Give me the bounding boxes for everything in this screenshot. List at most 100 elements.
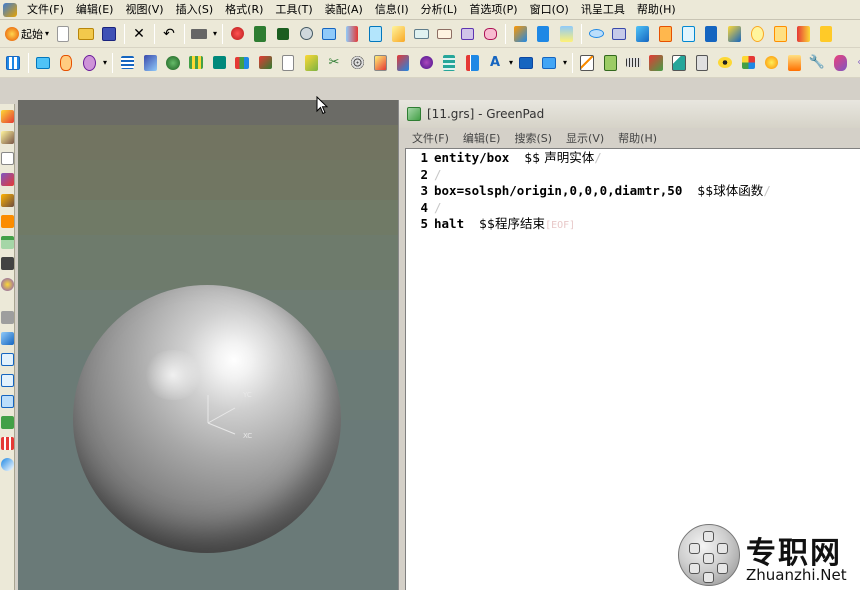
menu-xuncheng-tools[interactable]: 讯呈工具 bbox=[575, 1, 631, 19]
surface-tool-2[interactable] bbox=[608, 23, 630, 45]
table-button[interactable] bbox=[185, 52, 207, 74]
menu-assembly[interactable]: 装配(A) bbox=[319, 1, 369, 19]
greenpad-titlebar[interactable]: [11.grs] - GreenPad bbox=[399, 100, 860, 128]
slot-tool-button[interactable] bbox=[433, 23, 455, 45]
menu-insert[interactable]: 插入(S) bbox=[170, 1, 220, 19]
surface-tool-9[interactable] bbox=[769, 23, 791, 45]
surface-tool-5[interactable] bbox=[677, 23, 699, 45]
layers-button[interactable] bbox=[783, 52, 805, 74]
tool-3-button[interactable] bbox=[438, 52, 460, 74]
gp-menu-view[interactable]: 显示(V) bbox=[559, 130, 611, 146]
menu-window[interactable]: 窗口(O) bbox=[524, 1, 575, 19]
gp-menu-search[interactable]: 搜索(S) bbox=[507, 130, 559, 146]
cut-button[interactable]: ✕ bbox=[128, 23, 150, 45]
globe-button[interactable] bbox=[162, 52, 184, 74]
block-tool-button[interactable] bbox=[226, 23, 248, 45]
font-dropdown-icon[interactable]: ▾ bbox=[507, 58, 515, 67]
groove-tool-button[interactable] bbox=[479, 23, 501, 45]
new-file-button[interactable] bbox=[52, 23, 74, 45]
surface-tool-3[interactable] bbox=[631, 23, 653, 45]
font-button[interactable]: A bbox=[484, 52, 506, 74]
menu-tools[interactable]: 工具(T) bbox=[269, 1, 318, 19]
blocks-button[interactable] bbox=[231, 52, 253, 74]
gp-menu-file[interactable]: 文件(F) bbox=[405, 130, 456, 146]
surface-tool-6[interactable] bbox=[700, 23, 722, 45]
list-button[interactable] bbox=[116, 52, 138, 74]
menu-info[interactable]: 信息(I) bbox=[369, 1, 415, 19]
magnet-dropdown-icon[interactable]: ▾ bbox=[101, 58, 109, 67]
sun-button[interactable] bbox=[760, 52, 782, 74]
line-chart-button[interactable] bbox=[576, 52, 598, 74]
menu-analysis[interactable]: 分析(L) bbox=[415, 1, 464, 19]
menu-file[interactable]: 文件(F) bbox=[21, 1, 70, 19]
calculator-button[interactable] bbox=[691, 52, 713, 74]
hand-button[interactable] bbox=[55, 52, 77, 74]
menu-view[interactable]: 视图(V) bbox=[119, 1, 169, 19]
gp-menu-help[interactable]: 帮助(H) bbox=[611, 130, 664, 146]
vtool-rotate-icon[interactable] bbox=[1, 458, 14, 471]
shell-button[interactable] bbox=[555, 23, 577, 45]
vtool-cube-wire-icon[interactable] bbox=[1, 353, 14, 366]
chart-tool-button[interactable] bbox=[668, 52, 690, 74]
vtool-tshape-icon[interactable] bbox=[1, 236, 14, 249]
cylinder-tool-button[interactable] bbox=[249, 23, 271, 45]
edge-blend-button[interactable] bbox=[509, 23, 531, 45]
monitor-button[interactable] bbox=[538, 52, 560, 74]
window-button[interactable] bbox=[515, 52, 537, 74]
pattern-button[interactable] bbox=[346, 52, 368, 74]
start-button[interactable]: 起始 ▾ bbox=[2, 23, 52, 45]
document-button[interactable] bbox=[277, 52, 299, 74]
undo-button[interactable]: ↶ bbox=[158, 23, 180, 45]
sweep-tool-button[interactable] bbox=[364, 23, 386, 45]
vtool-gear-icon[interactable] bbox=[1, 278, 14, 291]
tool-2-button[interactable] bbox=[415, 52, 437, 74]
gp-menu-edit[interactable]: 编辑(E) bbox=[456, 130, 508, 146]
cube-button[interactable] bbox=[254, 52, 276, 74]
back-button[interactable]: ⇦ bbox=[852, 52, 860, 74]
surface-tool-11[interactable] bbox=[815, 23, 837, 45]
vtool-dice-icon[interactable] bbox=[1, 257, 14, 270]
pad-tool-button[interactable] bbox=[410, 23, 432, 45]
tool-1-button[interactable] bbox=[392, 52, 414, 74]
print-dropdown-icon[interactable]: ▾ bbox=[211, 29, 219, 38]
menu-preferences[interactable]: 首选项(P) bbox=[463, 1, 523, 19]
menu-help[interactable]: 帮助(H) bbox=[631, 1, 682, 19]
surface-tool-7[interactable] bbox=[723, 23, 745, 45]
eye-button[interactable] bbox=[714, 52, 736, 74]
surface-tool-8[interactable] bbox=[746, 23, 768, 45]
scissors-button[interactable]: ✂ bbox=[323, 52, 345, 74]
monitor-dropdown-icon[interactable]: ▾ bbox=[561, 58, 569, 67]
tube-tool-button[interactable] bbox=[387, 23, 409, 45]
wrench-button[interactable]: 🔧 bbox=[806, 52, 828, 74]
image-button[interactable] bbox=[369, 52, 391, 74]
vtool-printer-icon[interactable] bbox=[1, 311, 14, 324]
surface-tool-1[interactable] bbox=[585, 23, 607, 45]
drawing-button[interactable] bbox=[208, 52, 230, 74]
cone-tool-button[interactable] bbox=[272, 23, 294, 45]
vtool-refresh-icon[interactable] bbox=[1, 416, 14, 429]
graphics-viewport[interactable]: YC XC bbox=[18, 100, 398, 590]
vtool-cube-shaded-icon[interactable] bbox=[1, 395, 14, 408]
menu-format[interactable]: 格式(R) bbox=[219, 1, 269, 19]
print-button[interactable] bbox=[188, 23, 210, 45]
palette-button[interactable] bbox=[829, 52, 851, 74]
vtool-ruler-icon[interactable] bbox=[1, 131, 14, 144]
extrude-tool-button[interactable] bbox=[318, 23, 340, 45]
magnet-button[interactable] bbox=[78, 52, 100, 74]
vtool-box-icon[interactable] bbox=[1, 215, 14, 228]
vtool-cube-icon[interactable] bbox=[1, 332, 14, 345]
chamfer-button[interactable] bbox=[532, 23, 554, 45]
menu-edit[interactable]: 编辑(E) bbox=[70, 1, 120, 19]
revolve-tool-button[interactable] bbox=[341, 23, 363, 45]
vtool-chart-icon[interactable] bbox=[1, 173, 14, 186]
surface-tool-10[interactable] bbox=[792, 23, 814, 45]
ruler-button[interactable] bbox=[622, 52, 644, 74]
layout-button[interactable] bbox=[2, 52, 24, 74]
vtool-cube-hidden-icon[interactable] bbox=[1, 374, 14, 387]
grid-button[interactable] bbox=[737, 52, 759, 74]
open-file-button[interactable] bbox=[75, 23, 97, 45]
vtool-pencil-icon[interactable] bbox=[1, 110, 14, 123]
book-button[interactable] bbox=[32, 52, 54, 74]
save-button[interactable] bbox=[98, 23, 120, 45]
vtool-book-icon[interactable] bbox=[1, 194, 14, 207]
